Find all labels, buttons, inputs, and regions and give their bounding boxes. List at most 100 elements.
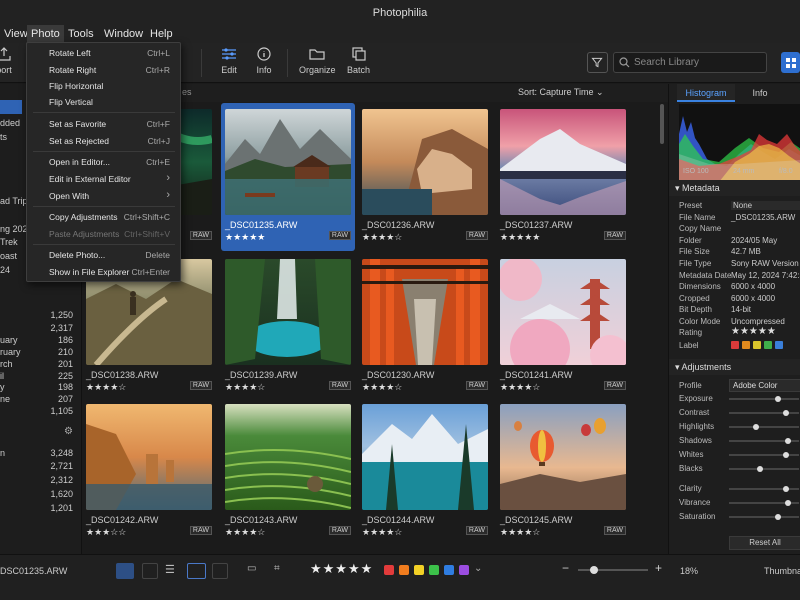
photo-thumbnail[interactable]	[362, 259, 488, 365]
adjustments-section-header[interactable]: ▾ Adjustments	[669, 359, 800, 375]
photo-thumbnail[interactable]	[500, 404, 626, 510]
batch-button[interactable]: Batch	[347, 47, 370, 75]
photo-rating[interactable]: ★★★★☆	[500, 527, 540, 538]
import-button[interactable]: port	[0, 47, 12, 75]
sidebar-item[interactable]: dded	[0, 118, 20, 128]
photo-thumbnail[interactable]	[225, 404, 351, 510]
sidebar-item[interactable]: 24	[0, 265, 10, 275]
menu-item-set-favorite[interactable]: Set as Favorite	[49, 119, 106, 129]
label-swatches[interactable]	[731, 341, 786, 351]
month-label[interactable]: ne	[0, 394, 10, 404]
photo-tile[interactable]: _DSC01243.ARW ★★★★☆ RAW	[221, 398, 355, 546]
color-filter-swatch[interactable]	[384, 565, 394, 575]
gear-icon[interactable]: ⚙	[64, 426, 73, 437]
color-filter-swatch[interactable]	[399, 565, 409, 575]
menu-item-rotate-left[interactable]: Rotate Left	[49, 48, 91, 58]
tab-info[interactable]: Info	[735, 84, 785, 102]
folder-icon[interactable]: ▭	[247, 563, 256, 574]
menu-item-set-rejected[interactable]: Set as Rejected	[49, 136, 109, 146]
photo-tile[interactable]: _DSC01236.ARW ★★★★☆ RAW	[358, 103, 492, 251]
zoom-slider[interactable]	[578, 566, 648, 574]
menu-item-show-in-explorer[interactable]: Show in File Explorer	[49, 267, 129, 277]
label-swatch[interactable]	[764, 341, 772, 349]
photo-thumbnail[interactable]	[225, 259, 351, 365]
menu-item-delete-photo[interactable]: Delete Photo...	[49, 250, 105, 260]
photo-rating[interactable]: ★★★★★	[225, 232, 265, 243]
edit-button[interactable]: Edit	[221, 47, 237, 75]
photo-thumbnail[interactable]	[86, 404, 212, 510]
photo-thumbnail[interactable]	[500, 109, 626, 215]
photo-rating[interactable]: ★★★★☆	[500, 382, 540, 393]
photo-tile[interactable]: _DSC01245.ARW ★★★★☆ RAW	[496, 398, 630, 546]
menu-item-open-with[interactable]: Open With	[49, 191, 89, 201]
tab-histogram[interactable]: Histogram	[677, 84, 735, 102]
year-label[interactable]: n	[0, 448, 5, 458]
photo-tile[interactable]: _DSC01239.ARW ★★★★☆ RAW	[221, 253, 355, 401]
sidebar-item[interactable]: Trek	[0, 237, 18, 247]
bottom-rating-filter[interactable]: ★★★★★	[310, 561, 373, 577]
view-compare[interactable]	[187, 563, 206, 579]
reset-all-button[interactable]: Reset All	[729, 536, 800, 550]
adjustment-slider[interactable]	[729, 410, 799, 416]
label-swatch[interactable]	[742, 341, 750, 349]
profile-select[interactable]: Adobe Color	[729, 379, 800, 392]
color-filter-swatch[interactable]	[414, 565, 424, 575]
sidebar-item[interactable]: oast	[0, 251, 17, 261]
zoom-in-button[interactable]: +	[655, 561, 662, 575]
month-label[interactable]: ruary	[0, 347, 21, 357]
label-swatch[interactable]	[753, 341, 761, 349]
menu-window[interactable]: Window	[100, 25, 147, 43]
sidebar-item[interactable]: ad Trip	[0, 196, 28, 206]
month-label[interactable]: rch	[0, 359, 13, 369]
menu-item-flip-vertical[interactable]: Flip Vertical	[49, 97, 93, 107]
label-swatch[interactable]	[731, 341, 739, 349]
view-survey[interactable]	[212, 563, 228, 579]
adjustment-slider[interactable]	[729, 438, 799, 444]
photo-tile[interactable]: _DSC01244.ARW ★★★★☆ RAW	[358, 398, 492, 546]
photo-rating[interactable]: ★★★★☆	[225, 382, 265, 393]
rating-stars[interactable]: ★★★★★	[731, 326, 776, 337]
photo-rating[interactable]: ★★★☆☆	[86, 527, 126, 538]
sidebar-item[interactable]: ts	[0, 132, 7, 142]
filter-button[interactable]	[587, 52, 608, 73]
menu-item-copy-adjustments[interactable]: Copy Adjustments	[49, 212, 118, 222]
menu-help[interactable]: Help	[146, 25, 177, 43]
scrollbar[interactable]	[660, 104, 664, 144]
photo-rating[interactable]: ★★★★☆	[362, 232, 402, 243]
photo-thumbnail[interactable]	[362, 109, 488, 215]
color-filter-swatch[interactable]	[459, 565, 469, 575]
adjustment-slider[interactable]	[729, 500, 799, 506]
photo-tile[interactable]: _DSC01241.ARW ★★★★☆ RAW	[496, 253, 630, 401]
month-label[interactable]: y	[0, 382, 5, 392]
color-filter-swatch[interactable]	[444, 565, 454, 575]
photo-tile[interactable]: _DSC01237.ARW ★★★★★ RAW	[496, 103, 630, 251]
grid-view-toggle[interactable]	[781, 52, 800, 73]
zoom-out-button[interactable]: −	[562, 561, 569, 575]
menu-tools[interactable]: Tools	[64, 25, 98, 43]
menu-item-open-in-editor[interactable]: Open in Editor...	[49, 157, 110, 167]
menu-item-rotate-right[interactable]: Rotate Right	[49, 65, 96, 75]
menu-photo[interactable]: Photo	[27, 25, 64, 43]
list-view-icon[interactable]: ☰	[165, 563, 181, 579]
label-swatch[interactable]	[775, 341, 783, 349]
search-input[interactable]: Search Library	[613, 52, 767, 73]
photo-thumbnail[interactable]	[362, 404, 488, 510]
adjustment-slider[interactable]	[729, 424, 799, 430]
crop-icon[interactable]: ⌗	[274, 563, 280, 574]
organize-button[interactable]: Organize	[299, 47, 336, 75]
photo-rating[interactable]: ★★★★☆	[86, 382, 126, 393]
photo-rating[interactable]: ★★★★★	[500, 232, 540, 243]
metadata-value[interactable]: None	[731, 201, 800, 210]
adjustment-slider[interactable]	[729, 452, 799, 458]
view-grid-medium[interactable]	[142, 563, 158, 579]
view-grid-small[interactable]	[116, 563, 134, 579]
chevron-down-icon[interactable]: ⌄	[474, 563, 482, 574]
photo-tile[interactable]: _DSC01235.ARW ★★★★★ RAW	[221, 103, 355, 251]
adjustment-slider[interactable]	[729, 486, 799, 492]
metadata-section-header[interactable]: ▾ Metadata	[669, 180, 800, 196]
adjustment-slider[interactable]	[729, 466, 799, 472]
photo-thumbnail[interactable]	[500, 259, 626, 365]
color-filter-swatch[interactable]	[429, 565, 439, 575]
month-label[interactable]: uary	[0, 335, 18, 345]
photo-rating[interactable]: ★★★★☆	[225, 527, 265, 538]
